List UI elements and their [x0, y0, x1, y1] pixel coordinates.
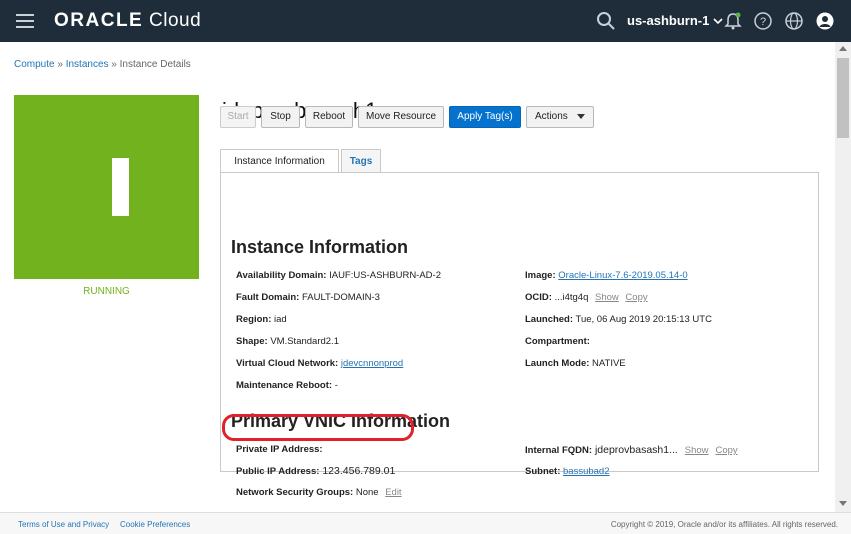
instance-letter-glyph	[112, 158, 129, 216]
field-region: Region: iad	[236, 314, 287, 325]
field-compartment: Compartment:	[525, 336, 590, 347]
field-launch-mode: Launch Mode: NATIVE	[525, 358, 626, 369]
globe-language-icon[interactable]	[784, 11, 804, 31]
field-image: Image: Oracle-Linux-7.6-2019.05.14-0	[525, 270, 688, 281]
stop-button[interactable]: Stop	[261, 106, 300, 128]
page-footer: Terms of Use and Privacy Cookie Preferen…	[0, 512, 851, 534]
instance-status-tile	[14, 95, 199, 279]
hamburger-menu-icon[interactable]	[16, 14, 34, 28]
instance-information-heading: Instance Information	[231, 237, 409, 257]
field-availability-domain: Availability Domain: IAUF:US-ASHBURN-AD-…	[236, 270, 441, 281]
reboot-button[interactable]: Reboot	[305, 106, 353, 128]
field-shape: Shape: VM.Standard2.1	[236, 336, 339, 347]
vertical-scrollbar[interactable]	[835, 42, 851, 512]
cookie-preferences-link[interactable]: Cookie Preferences	[120, 520, 190, 529]
field-subnet: Subnet: bassubad2	[525, 466, 610, 477]
public-ip-highlight-annotation	[222, 414, 414, 441]
field-maintenance-reboot: Maintenance Reboot: -	[236, 380, 338, 391]
instance-status-text: RUNNING	[83, 286, 130, 297]
field-virtual-cloud-network: Virtual Cloud Network: jdevcnnonprod	[236, 358, 404, 369]
actions-dropdown-button[interactable]: Actions	[526, 106, 594, 128]
field-public-ip: Public IP Address: 123.456.789.01	[236, 465, 396, 477]
top-navigation-bar: ORACLE Cloud us-ashburn-1 ?	[0, 0, 851, 42]
move-resource-button[interactable]: Move Resource	[358, 106, 444, 128]
field-fault-domain: Fault Domain: FAULT-DOMAIN-3	[236, 292, 380, 303]
breadcrumb-current: Instance Details	[119, 59, 191, 70]
field-internal-fqdn: Internal FQDN: jdeprovbasash1... Show Co…	[525, 444, 738, 456]
search-icon[interactable]	[596, 11, 616, 31]
tab-instance-information[interactable]: Instance Information	[220, 149, 339, 173]
svg-text:?: ?	[760, 16, 766, 28]
tab-tags[interactable]: Tags	[341, 149, 381, 173]
scrollbar-thumb[interactable]	[837, 58, 849, 138]
start-button[interactable]: Start	[220, 106, 256, 128]
scroll-up-arrow-icon[interactable]	[839, 46, 847, 51]
user-profile-icon[interactable]	[815, 11, 835, 31]
breadcrumb-compute[interactable]: Compute	[14, 59, 55, 70]
ocid-copy-link[interactable]: Copy	[625, 292, 647, 303]
region-selector[interactable]: us-ashburn-1	[627, 13, 723, 28]
vcn-link[interactable]: jdevcnnonprod	[341, 358, 403, 369]
ocid-show-link[interactable]: Show	[595, 292, 619, 303]
nsg-edit-link[interactable]: Edit	[385, 487, 401, 498]
field-launched: Launched: Tue, 06 Aug 2019 20:15:13 UTC	[525, 314, 712, 325]
field-private-ip: Private IP Address:	[236, 444, 323, 455]
fqdn-show-link[interactable]: Show	[685, 445, 709, 456]
field-network-security-groups: Network Security Groups: None Edit	[236, 487, 402, 498]
notification-bell-icon[interactable]	[723, 11, 743, 31]
breadcrumb-instances[interactable]: Instances	[66, 59, 109, 70]
help-icon[interactable]: ?	[753, 11, 773, 31]
caret-down-icon	[577, 114, 585, 119]
oracle-cloud-logo[interactable]: ORACLE Cloud	[54, 10, 201, 32]
fqdn-copy-link[interactable]: Copy	[715, 445, 737, 456]
terms-of-use-link[interactable]: Terms of Use and Privacy	[18, 520, 109, 529]
chevron-down-icon	[713, 13, 723, 28]
field-ocid: OCID: ...i4tg4q Show Copy	[525, 292, 648, 303]
breadcrumb: Compute » Instances » Instance Details	[14, 59, 191, 70]
scroll-down-arrow-icon[interactable]	[839, 501, 847, 506]
copyright-text: Copyright © 2019, Oracle and/or its affi…	[610, 520, 838, 529]
apply-tags-button[interactable]: Apply Tag(s)	[449, 106, 521, 128]
subnet-link[interactable]: bassubad2	[563, 466, 609, 477]
image-link[interactable]: Oracle-Linux-7.6-2019.05.14-0	[558, 270, 687, 281]
